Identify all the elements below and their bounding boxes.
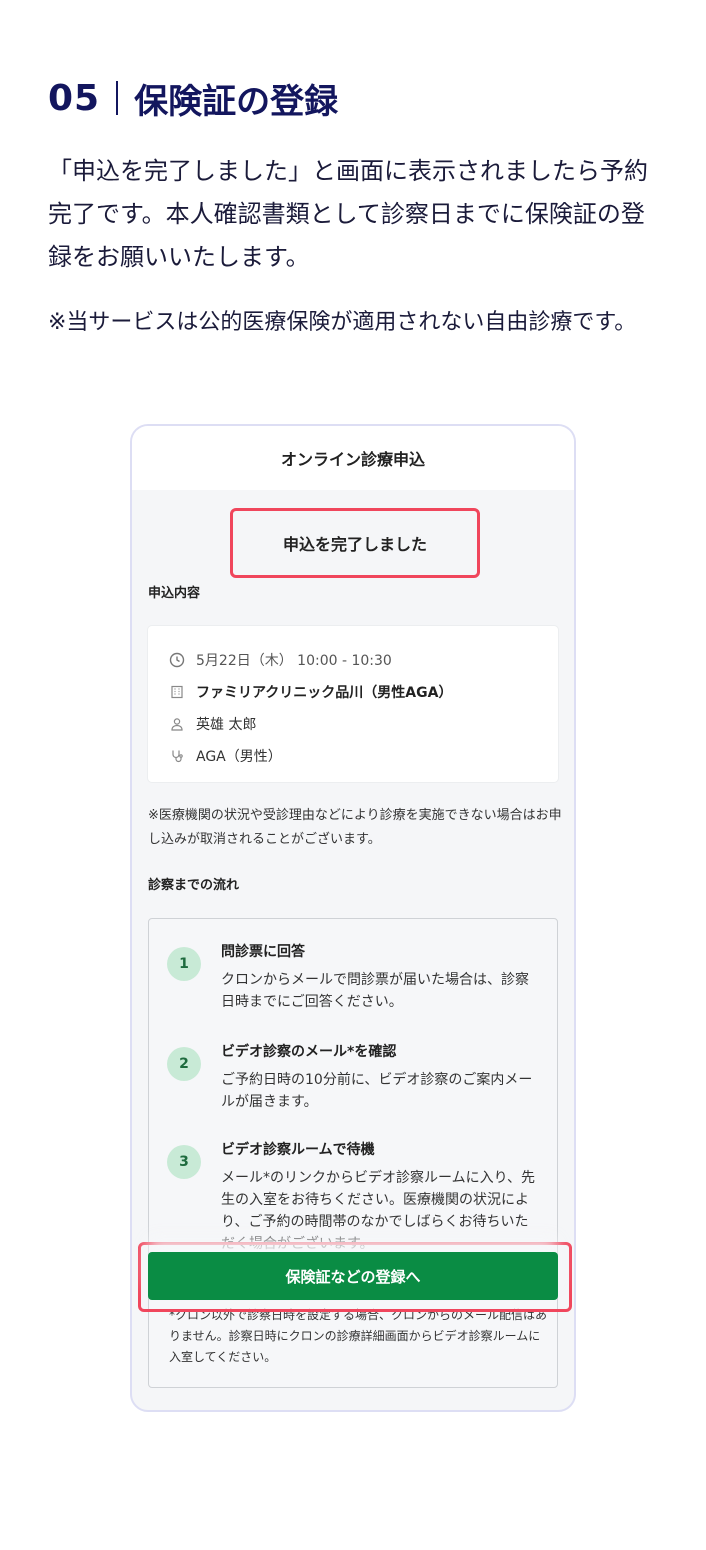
flow-box: 1 問診票に回答 クロンからメールで問診票が届いた場合は、診察日時までにご回答く… [148,918,558,1388]
complete-message-highlight: 申込を完了しました [230,508,480,578]
step-text: ご予約日時の10分前に、ビデオ診察のご案内メールが届きます。 [221,1072,533,1110]
flow-label: 診察までの流れ [148,878,240,893]
step-title: ビデオ診察のメール*を確認 [221,1044,397,1060]
step-badge: 1 [167,947,201,981]
detail-menu: AGA（男性） [196,749,282,765]
complete-message: 申込を完了しました [282,535,427,554]
lead-text: 「申込を完了しました」と画面に表示されましたら予約完了です。本人確認書類として診… [48,157,648,271]
building-icon [166,685,188,699]
phone-screenshot: オンライン診療申込 申込を完了しました 申込内容 5月22日（木） 10:00 … [130,424,576,1412]
heading-divider [116,81,119,115]
step-badge: 2 [167,1047,201,1081]
clock-icon [166,652,188,668]
section-title: 保険証の登録 [134,81,339,122]
step-badge: 3 [167,1145,201,1179]
detail-clinic: ファミリアクリニック品川（男性AGA） [196,685,453,701]
register-insurance-button-label: 保険証などの登録へ [285,1267,421,1286]
note-text: ※当サービスは公的医療保険が適用されない自由診療です。 [48,310,637,335]
step-number: 05 [48,77,101,119]
footnote: *クロン以外で診察日時を設定する場合、クロンからのメール配信はありません。診察日… [169,1308,548,1364]
section-heading: 05 保険証の登録 [48,76,339,122]
detail-datetime: 5月22日（木） 10:00 - 10:30 [196,653,392,669]
detail-datetime-row: 5月22日（木） 10:00 - 10:30 [166,644,558,676]
phone-header-title: オンライン診療申込 [280,450,425,469]
step-title: ビデオ診察ルームで待機 [221,1142,375,1158]
detail-patient-row: 英雄 太郎 [166,708,558,740]
cancellation-warning: ※医療機関の状況や受診理由などにより診療を実施できない場合はお申し込みが取消され… [148,808,562,847]
details-label: 申込内容 [148,586,201,601]
detail-clinic-row: ファミリアクリニック品川（男性AGA） [166,676,558,708]
step-text: クロンからメールで問診票が届いた場合は、診察日時までにご回答ください。 [221,972,529,1010]
stethoscope-icon [166,749,188,763]
person-icon [166,717,188,731]
phone-header: オンライン診療申込 [132,426,574,490]
step-title: 問診票に回答 [221,944,305,960]
detail-patient: 英雄 太郎 [196,717,257,733]
detail-menu-row: AGA（男性） [166,740,558,772]
reservation-details-card: 5月22日（木） 10:00 - 10:30 ファミリアクリニック品川（男性AG… [148,626,558,782]
register-insurance-button[interactable]: 保険証などの登録へ [148,1252,558,1300]
